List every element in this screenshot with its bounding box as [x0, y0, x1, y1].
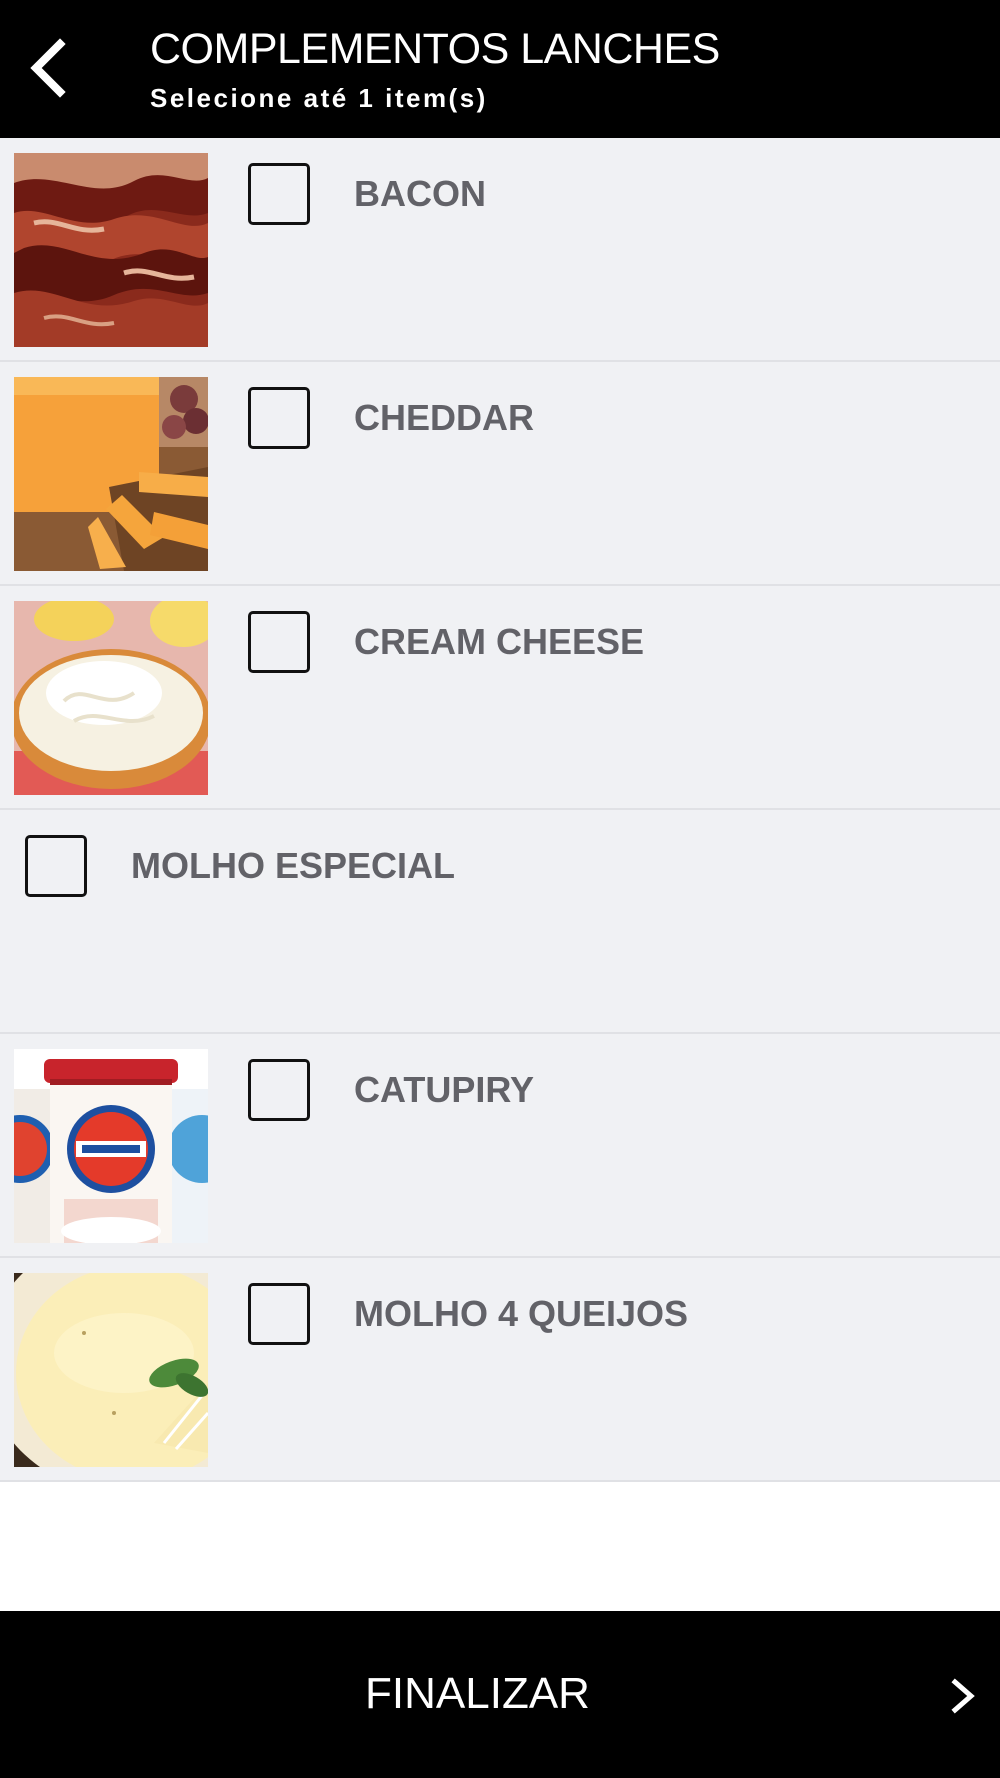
list-item-bacon[interactable]: BACON [0, 138, 1000, 362]
cheddar-photo [14, 377, 208, 571]
catupiry-checkbox[interactable] [248, 1059, 310, 1121]
chevron-right-icon [945, 1676, 981, 1716]
molho-especial-checkbox[interactable] [25, 835, 87, 897]
catupiry-photo [14, 1049, 208, 1243]
list-item-catupiry[interactable]: CATUPIRY [0, 1034, 1000, 1258]
molho-4-queijos-checkbox[interactable] [248, 1283, 310, 1345]
item-label: CATUPIRY [354, 1069, 534, 1110]
item-label: MOLHO ESPECIAL [131, 845, 456, 886]
bacon-photo [14, 153, 208, 347]
molho-4-queijos-photo [14, 1273, 208, 1467]
item-label: CHEDDAR [354, 397, 534, 438]
item-label: MOLHO 4 QUEIJOS [354, 1293, 689, 1334]
cream-cheese-photo [14, 601, 208, 795]
list-item-molho-4-queijos[interactable]: MOLHO 4 QUEIJOS [0, 1258, 1000, 1482]
bacon-checkbox[interactable] [248, 163, 310, 225]
list-item-molho-especial[interactable]: MOLHO ESPECIAL [0, 810, 1000, 1034]
page-title: COMPLEMENTOS LANCHES [150, 25, 720, 73]
item-label: BACON [354, 173, 486, 214]
item-label: CREAM CHEESE [354, 621, 645, 662]
finalizar-button[interactable]: FINALIZAR [0, 1611, 1000, 1778]
cream-cheese-checkbox[interactable] [248, 611, 310, 673]
page-subtitle: Selecione até 1 item(s) [150, 83, 488, 113]
back-button[interactable] [18, 28, 82, 108]
complement-list: BACON CHEDDAR CREAM CHEESE MOLHO ESPECIA… [0, 138, 1000, 1482]
cheddar-checkbox[interactable] [248, 387, 310, 449]
list-item-cream-cheese[interactable]: CREAM CHEESE [0, 586, 1000, 810]
list-item-cheddar[interactable]: CHEDDAR [0, 362, 1000, 586]
finalizar-label: FINALIZAR [365, 1669, 590, 1718]
header: COMPLEMENTOS LANCHES Selecione até 1 ite… [0, 0, 1000, 138]
chevron-left-icon [30, 38, 66, 98]
